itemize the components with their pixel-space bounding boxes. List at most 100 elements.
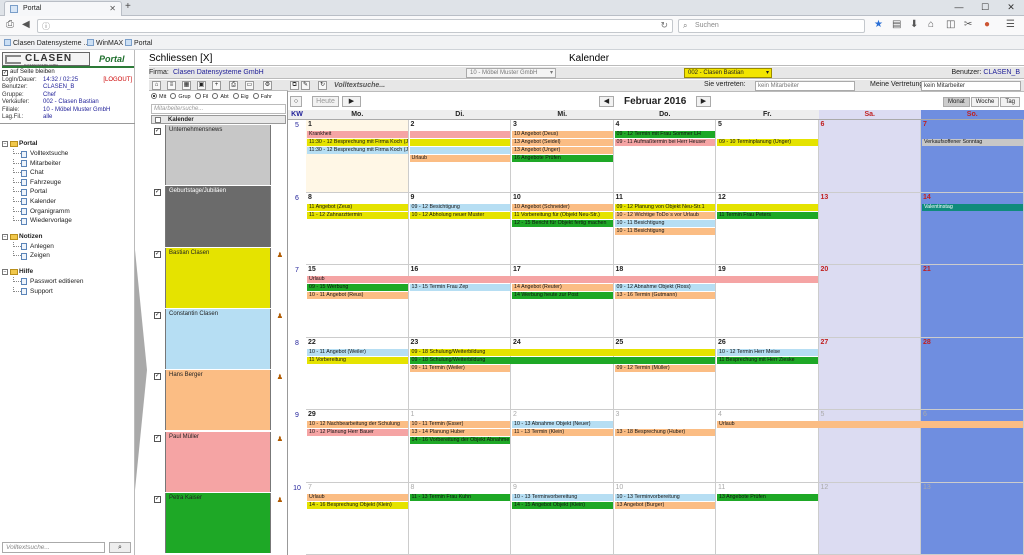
calendar-event[interactable]: 13 - 16 Termin (Gutmann): [614, 292, 715, 299]
calendar-event[interactable]: 10 - 12 Termin Herr Meise: [717, 348, 818, 356]
prev-month-button[interactable]: ◀: [599, 96, 614, 107]
calendar-event[interactable]: Urlaub: [307, 276, 818, 283]
calendar-checkbox[interactable]: ✓: [154, 434, 161, 442]
lock-icon[interactable]: ▭: [245, 81, 254, 90]
day-number[interactable]: 25: [616, 339, 624, 346]
calendar-event[interactable]: 09 - 12 Planung von Objekt Neu-Str.1: [614, 203, 715, 211]
collapse-icon[interactable]: −: [2, 268, 8, 275]
day-number[interactable]: 11: [718, 484, 725, 491]
vertreten-select[interactable]: kein Mitarbeiter: [755, 81, 855, 91]
meine-vertretung-select[interactable]: kein Mitarbeiter: [921, 81, 1021, 91]
calendar-event[interactable]: 11 Termin Frau Peters: [717, 211, 818, 219]
person-icon[interactable]: ♟: [277, 496, 283, 504]
close-button[interactable]: Schliessen [X]: [149, 53, 212, 64]
calendar-event[interactable]: 10 - 13 Abnahme Objekt (Neuer): [512, 421, 613, 428]
calendar-event[interactable]: [409, 147, 510, 154]
day-number[interactable]: 6: [821, 121, 825, 128]
calendar-entry[interactable]: ✓ Petra Kaiser ♟: [151, 492, 286, 555]
settings-icon[interactable]: ⚙: [263, 81, 272, 90]
day-cell[interactable]: 13: [921, 482, 1024, 555]
nav-group[interactable]: − Portal: [2, 139, 134, 149]
select-all-checkbox[interactable]: [155, 117, 161, 123]
calendar-event[interactable]: 09 - 12 Besichtigung: [409, 203, 510, 211]
back-icon[interactable]: ◀: [22, 19, 30, 31]
calendar-event[interactable]: 11:30 - 12 Besprechung mit Firma Koch (J…: [307, 147, 408, 154]
calendar-event[interactable]: 14 Angebot (Reuter): [512, 284, 613, 291]
day-number[interactable]: 9: [513, 484, 517, 491]
user-select[interactable]: 002 - Clasen Bastian ▾: [684, 68, 772, 78]
person-icon[interactable]: ♟: [277, 435, 283, 443]
calendar-entry[interactable]: ✓ Geburtstage/Jubiläen: [151, 186, 286, 248]
nav-item[interactable]: Passwort editieren: [2, 276, 134, 287]
calendar-event[interactable]: 16 Angebote Prüfen: [512, 155, 613, 162]
calendar-event[interactable]: 09 - 11 Aufmaßtermin bei Herr Heuser: [614, 139, 715, 146]
home-icon[interactable]: ⌂: [152, 81, 161, 90]
calendar-event[interactable]: 11 Besprechung mit Herr Zieske: [717, 356, 818, 364]
nav-item[interactable]: Support: [2, 286, 134, 297]
calendar-event[interactable]: 11 Angebot (Zeus): [307, 203, 408, 211]
day-number[interactable]: 22: [308, 339, 316, 346]
calendar-entry[interactable]: ✓ Constantin Clasen ♟: [151, 308, 286, 371]
reload-icon[interactable]: ↻: [660, 20, 668, 31]
menu-icon[interactable]: ☰: [1006, 19, 1015, 31]
today-button[interactable]: Heute: [312, 96, 339, 107]
day-number[interactable]: 19: [718, 266, 726, 273]
collapse-icon[interactable]: −: [2, 141, 8, 147]
home-icon[interactable]: ⌂: [928, 19, 934, 31]
person-icon[interactable]: ♟: [277, 312, 283, 320]
day-number[interactable]: 7: [923, 121, 927, 128]
calendar-event[interactable]: 09 - 18 Schulung/Weiterbildung: [409, 348, 715, 356]
calendar-event[interactable]: 09 - 12 Termin (Müller): [614, 364, 715, 372]
day-number[interactable]: 23: [411, 339, 419, 346]
day-number[interactable]: 27: [821, 339, 829, 346]
calendar-event[interactable]: 10 - 13 Terminvorbereitung: [512, 493, 613, 501]
calendar-checkbox[interactable]: ✓: [154, 311, 161, 319]
print-icon[interactable]: ⎙: [6, 19, 14, 31]
calendar-event[interactable]: 10 - 12 Wichtige ToDo´s vor Urlaub: [614, 211, 715, 219]
day-number[interactable]: 11: [616, 194, 623, 201]
browser-search-input[interactable]: ⌕ Suchen: [678, 19, 865, 33]
calendar-event[interactable]: 09 - 10 Terminplanung (Unger): [717, 139, 818, 146]
calendar-event[interactable]: 11:30 - 12 Besprechung mit Firma Koch (J…: [307, 139, 408, 146]
day-cell[interactable]: 5: [716, 120, 819, 193]
url-bar[interactable]: ⓘ ↻: [37, 19, 673, 33]
day-number[interactable]: 21: [923, 266, 931, 273]
edit-icon[interactable]: ✎: [301, 81, 310, 90]
new-window-icon[interactable]: ⧉: [290, 81, 299, 90]
day-cell[interactable]: 3: [613, 410, 716, 483]
day-number[interactable]: 8: [308, 194, 312, 201]
day-number[interactable]: 7: [308, 484, 312, 491]
bookmark-item[interactable]: Portal: [125, 39, 152, 47]
day-number[interactable]: 2: [411, 121, 415, 128]
grid-icon[interactable]: ▦: [182, 81, 191, 90]
download-icon[interactable]: ⬇: [910, 19, 918, 31]
day-number[interactable]: 3: [513, 121, 517, 128]
bookmark-item[interactable]: Clasen Datensysteme ...: [4, 39, 89, 47]
person-icon[interactable]: ♟: [277, 373, 283, 381]
nav-item[interactable]: Portal: [2, 187, 134, 197]
calendar-checkbox[interactable]: ✓: [154, 128, 161, 135]
close-window-icon[interactable]: ✕: [998, 0, 1024, 16]
day-number[interactable]: 12: [718, 194, 726, 201]
calendar-event[interactable]: 14 - 16 Besprechung Objekt (Klein): [307, 501, 408, 509]
calendar-event[interactable]: 14 Werbung heute zur Post: [512, 292, 613, 299]
filter-radio[interactable]: Mit: [151, 93, 168, 100]
calendar-event[interactable]: 10 - 11 Angebot (Weiler): [307, 348, 408, 356]
nav-item[interactable]: Wiedervorlage: [2, 216, 134, 226]
day-number[interactable]: 16: [411, 266, 419, 273]
day-cell[interactable]: 27: [818, 337, 921, 410]
day-number[interactable]: 5: [821, 411, 825, 418]
calendar-event[interactable]: Krankheit: [307, 131, 408, 138]
calendar-event[interactable]: 10 - 13 Terminvorbereitung: [614, 493, 715, 501]
calendar-event[interactable]: [409, 139, 510, 146]
day-number[interactable]: 8: [411, 484, 415, 491]
calendar-event[interactable]: 14 - 15 Angebot Objekt (Klein): [512, 501, 613, 509]
day-number[interactable]: 2: [513, 411, 517, 418]
nav-item[interactable]: Fahrzeuge: [2, 177, 134, 188]
day-number[interactable]: 26: [718, 339, 726, 346]
day-number[interactable]: 18: [616, 266, 624, 273]
nav-item[interactable]: Mitarbeiter: [2, 158, 134, 169]
day-number[interactable]: 13: [923, 484, 931, 491]
list-icon[interactable]: ≡: [167, 81, 176, 90]
filter-radio[interactable]: Abt: [212, 93, 230, 100]
